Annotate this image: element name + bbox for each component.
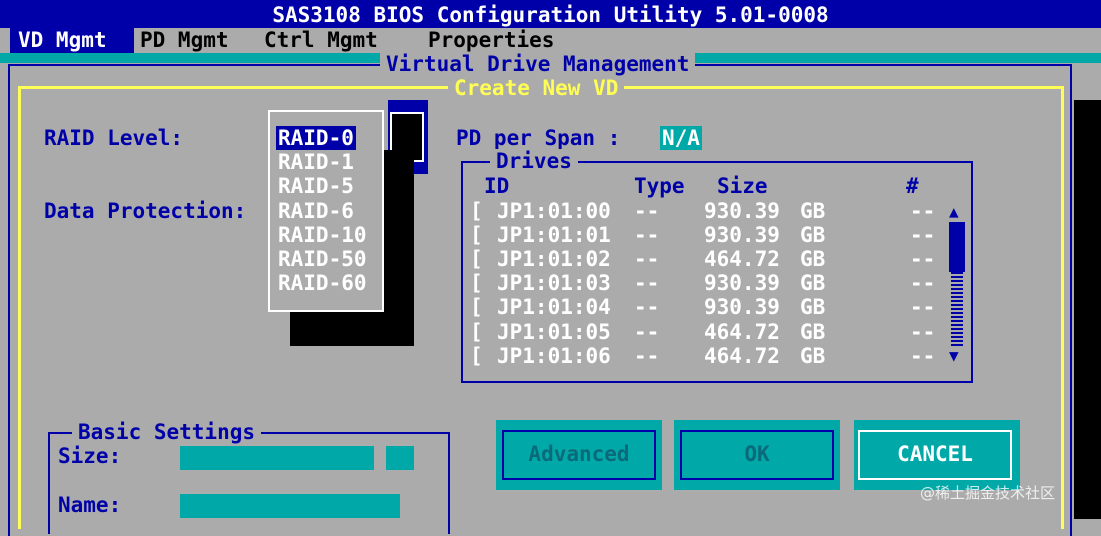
- drive-number: --: [910, 271, 936, 295]
- size-input[interactable]: [180, 446, 374, 470]
- drive-id: JP1:01:03: [497, 271, 611, 295]
- menu-pd-mgmt[interactable]: PD Mgmt: [140, 28, 229, 53]
- scroll-down-icon[interactable]: ▼: [949, 346, 959, 365]
- drive-size-unit: GB: [800, 223, 826, 247]
- ok-button[interactable]: OK: [680, 430, 834, 480]
- cancel-button[interactable]: CANCEL: [858, 430, 1012, 480]
- drive-type: --: [634, 271, 660, 295]
- drives-header-number: #: [906, 174, 919, 198]
- watermark: @稀土掘金技术社区: [920, 484, 1056, 502]
- drives-title: Drives: [490, 149, 578, 173]
- drive-checkbox[interactable]: [: [470, 199, 483, 223]
- drive-size-unit: GB: [800, 295, 826, 319]
- virtual-drive-management-title: Virtual Drive Management: [380, 53, 696, 75]
- drive-id: JP1:01:02: [497, 247, 611, 271]
- name-input[interactable]: [180, 494, 400, 518]
- advanced-button[interactable]: Advanced: [502, 430, 656, 480]
- menu-properties[interactable]: Properties: [428, 28, 554, 53]
- drive-checkbox[interactable]: [: [470, 247, 483, 271]
- drives-header-type: Type: [634, 174, 685, 198]
- drive-checkbox[interactable]: [: [470, 223, 483, 247]
- drive-checkbox[interactable]: [: [470, 295, 483, 319]
- drives-header-size: Size: [717, 174, 768, 198]
- drive-type: --: [634, 344, 660, 368]
- drive-size-unit: GB: [800, 199, 826, 223]
- drive-id: JP1:01:01: [497, 223, 611, 247]
- drive-id: JP1:01:00: [497, 199, 611, 223]
- menu-vd-mgmt[interactable]: VD Mgmt: [10, 28, 134, 53]
- menu-ctrl-mgmt[interactable]: Ctrl Mgmt: [264, 28, 378, 53]
- title-bar: SAS3108 BIOS Configuration Utility 5.01-…: [0, 0, 1101, 28]
- drive-id: JP1:01:04: [497, 295, 611, 319]
- drive-size: 930.39: [704, 271, 780, 295]
- scroll-up-icon[interactable]: ▲: [949, 202, 959, 221]
- drive-id: JP1:01:05: [497, 320, 611, 344]
- drive-size-unit: GB: [800, 320, 826, 344]
- drive-size-unit: GB: [800, 247, 826, 271]
- drive-type: --: [634, 223, 660, 247]
- raid-option[interactable]: RAID-6: [276, 199, 356, 223]
- raid-option[interactable]: RAID-10: [276, 223, 369, 247]
- raid-option[interactable]: RAID-1: [276, 150, 356, 174]
- basic-settings-title: Basic Settings: [72, 420, 262, 444]
- drives-header-id: ID: [484, 174, 510, 198]
- drive-type: --: [634, 320, 660, 344]
- drive-number: --: [910, 344, 936, 368]
- drive-size-unit: GB: [800, 344, 826, 368]
- dialog-title: Create New VD: [448, 77, 625, 99]
- size-label: Size:: [58, 444, 122, 468]
- raid-option[interactable]: RAID-50: [276, 247, 369, 271]
- raid-option[interactable]: RAID-0: [276, 126, 356, 150]
- drive-size: 930.39: [704, 295, 780, 319]
- drive-size: 930.39: [704, 223, 780, 247]
- drive-size: 464.72: [704, 247, 780, 271]
- raid-option[interactable]: RAID-60: [276, 271, 369, 295]
- raid-option[interactable]: RAID-5: [276, 174, 356, 198]
- drive-size: 464.72: [704, 344, 780, 368]
- drive-size: 930.39: [704, 199, 780, 223]
- drive-number: --: [910, 223, 936, 247]
- name-label: Name:: [58, 493, 122, 517]
- drive-type: --: [634, 247, 660, 271]
- drive-type: --: [634, 199, 660, 223]
- drive-number: --: [910, 199, 936, 223]
- drive-type: --: [634, 295, 660, 319]
- drive-checkbox[interactable]: [: [470, 271, 483, 295]
- drives-scrollbar-thumb[interactable]: [949, 222, 965, 272]
- screen-right-edge: [1074, 100, 1101, 519]
- drive-number: --: [910, 295, 936, 319]
- drive-checkbox[interactable]: [: [470, 344, 483, 368]
- drive-size: 464.72: [704, 320, 780, 344]
- drive-id: JP1:01:06: [497, 344, 611, 368]
- drive-number: --: [910, 320, 936, 344]
- data-protection-label: Data Protection:: [44, 199, 247, 223]
- size-unit-select[interactable]: [386, 446, 414, 470]
- drive-size-unit: GB: [800, 271, 826, 295]
- pd-per-span-label: PD per Span :: [456, 126, 621, 150]
- raid-level-label: RAID Level:: [44, 126, 184, 150]
- drive-number: --: [910, 247, 936, 271]
- drive-checkbox[interactable]: [: [470, 320, 483, 344]
- pd-per-span-value[interactable]: N/A: [660, 126, 702, 150]
